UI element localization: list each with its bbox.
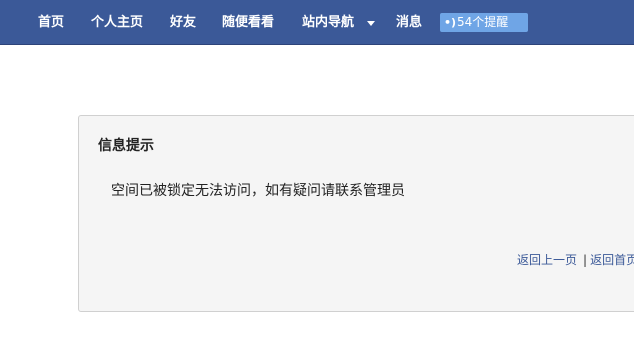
nav-home-link[interactable]: 首页 — [38, 0, 64, 45]
notice-title: 信息提示 — [98, 138, 154, 154]
nav-friends-link[interactable]: 好友 — [170, 0, 196, 45]
notice-panel: 信息提示 空间已被锁定无法访问，如有疑问请联系管理员 返回上一页 | 返回首页 — [78, 115, 634, 312]
top-navigation-bar: 首页 个人主页 好友 随便看看 站内导航 消息 •) 54个提醒 — [0, 0, 634, 45]
link-separator: | — [583, 253, 588, 267]
nav-browse-link[interactable]: 随便看看 — [222, 0, 274, 45]
notifications-button[interactable]: •) 54个提醒 — [440, 13, 528, 32]
notifications-label: 54个提醒 — [457, 15, 509, 29]
nav-site-navigation-link[interactable]: 站内导航 — [302, 0, 354, 45]
chevron-down-icon[interactable] — [367, 21, 375, 26]
nav-profile-link[interactable]: 个人主页 — [91, 0, 143, 45]
notice-message: 空间已被锁定无法访问，如有疑问请联系管理员 — [111, 183, 405, 199]
nav-messages-link[interactable]: 消息 — [396, 0, 422, 45]
back-to-home-link[interactable]: 返回首页 — [590, 253, 634, 267]
notice-links: 返回上一页 | 返回首页 — [517, 251, 634, 268]
broadcast-icon: •) — [444, 16, 457, 29]
back-to-previous-page-link[interactable]: 返回上一页 — [517, 253, 577, 267]
